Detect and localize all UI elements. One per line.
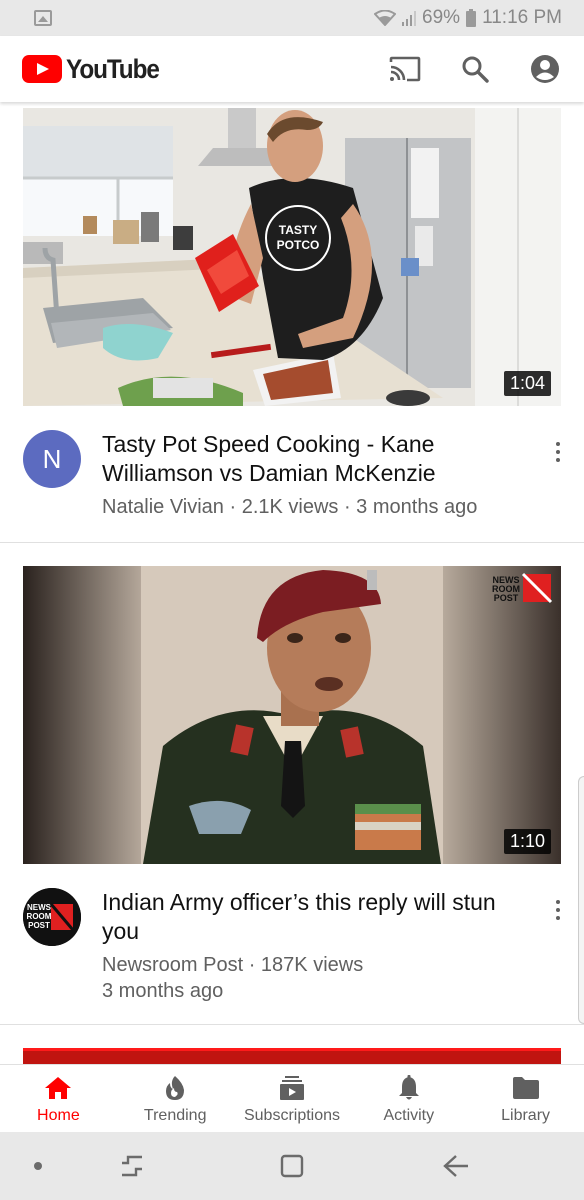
video-thumbnail[interactable]: [23, 1048, 561, 1064]
more-options-button[interactable]: [552, 440, 564, 464]
video-title[interactable]: Tasty Pot Speed Cooking - Kane Williamso…: [102, 430, 522, 488]
nav-library[interactable]: Library: [467, 1065, 584, 1132]
nav-subscriptions[interactable]: Subscriptions: [234, 1065, 351, 1132]
more-options-button[interactable]: [552, 898, 564, 922]
status-indicators: 69% 11:16 PM: [374, 7, 562, 29]
video-thumbnail[interactable]: TASTY POTCO 1:04: [23, 108, 561, 406]
image-notification-icon: [34, 10, 52, 26]
cast-icon: [389, 56, 421, 82]
system-navigation-bar: [0, 1132, 584, 1200]
video-channel-views[interactable]: Newsroom Post · 187K views: [102, 952, 522, 978]
bell-icon: [398, 1075, 419, 1100]
flame-icon: [166, 1076, 185, 1100]
logo-text: YouTube: [66, 53, 160, 84]
cast-button[interactable]: [388, 52, 422, 86]
nav-home[interactable]: Home: [0, 1065, 117, 1132]
video-card[interactable]: NEWS ROOM POST 1:10 NEWS ROOM POST India…: [0, 548, 584, 1025]
nav-activity[interactable]: Activity: [350, 1065, 467, 1132]
account-button[interactable]: [528, 52, 562, 86]
back-button[interactable]: [436, 1132, 476, 1200]
clock: 11:16 PM: [482, 7, 562, 28]
shirt-print-text: TASTY: [279, 223, 317, 237]
video-channel-views-age[interactable]: Natalie Vivian · 2.1K views · 3 months a…: [102, 494, 522, 520]
youtube-play-icon: [22, 55, 62, 83]
svg-text:POST: POST: [494, 593, 519, 603]
army-officer-image: NEWS ROOM POST: [23, 566, 561, 864]
signal-icon: [402, 11, 417, 26]
recents-icon: [122, 1155, 142, 1177]
bottom-navigation: Home Trending Subscriptions Activity Lib…: [0, 1064, 584, 1132]
card-divider: [0, 542, 584, 543]
battery-icon: [466, 9, 477, 27]
back-arrow-icon: [443, 1155, 468, 1177]
status-bar: 69% 11:16 PM: [0, 0, 584, 36]
svg-text:ROOM: ROOM: [27, 912, 52, 921]
nav-label: Subscriptions: [243, 1107, 341, 1124]
video-feed[interactable]: TASTY POTCO 1:04 N Tasty Pot Speed Cooki…: [0, 102, 584, 1064]
nav-label: Trending: [143, 1107, 207, 1124]
app-bar: YouTube: [0, 36, 584, 102]
channel-avatar[interactable]: N: [23, 430, 81, 488]
video-card[interactable]: TASTY POTCO 1:04 N Tasty Pot Speed Cooki…: [0, 102, 584, 543]
video-thumbnail[interactable]: NEWS ROOM POST 1:10: [23, 566, 561, 864]
video-duration: 1:10: [503, 829, 551, 854]
video-card-peek[interactable]: [0, 1048, 584, 1064]
video-title[interactable]: Indian Army officer’s this reply will st…: [102, 888, 522, 946]
folder-icon: [512, 1077, 539, 1099]
svg-text:POTCO: POTCO: [277, 238, 320, 252]
scroll-handle[interactable]: [578, 776, 584, 1024]
wifi-icon: [374, 10, 397, 26]
assistant-dot-button[interactable]: [28, 1132, 48, 1200]
recents-button[interactable]: [112, 1132, 152, 1200]
video-duration: 1:04: [503, 371, 551, 396]
square-home-icon: [280, 1154, 304, 1178]
channel-avatar[interactable]: NEWS ROOM POST: [23, 888, 81, 946]
nav-label: Activity: [383, 1107, 435, 1124]
home-icon: [45, 1077, 72, 1099]
nav-label: Library: [501, 1107, 551, 1124]
newsroom-post-logo: NEWS ROOM POST: [23, 888, 81, 946]
nav-trending[interactable]: Trending: [117, 1065, 234, 1132]
dot-icon: [34, 1162, 42, 1170]
svg-text:NEWS: NEWS: [27, 903, 52, 912]
card-divider: [0, 1024, 584, 1025]
home-system-button[interactable]: [272, 1132, 312, 1200]
battery-percent: 69%: [422, 7, 461, 28]
search-icon: [462, 56, 489, 83]
nav-label: Home: [37, 1107, 80, 1124]
youtube-logo[interactable]: YouTube: [22, 54, 169, 85]
search-button[interactable]: [458, 52, 492, 86]
avatar-letter: N: [42, 443, 62, 474]
account-icon: [531, 55, 559, 83]
kitchen-scene-image: TASTY POTCO: [23, 108, 561, 406]
subscriptions-icon: [279, 1076, 304, 1100]
video-age: 3 months ago: [102, 980, 224, 1002]
svg-text:POST: POST: [28, 921, 50, 930]
